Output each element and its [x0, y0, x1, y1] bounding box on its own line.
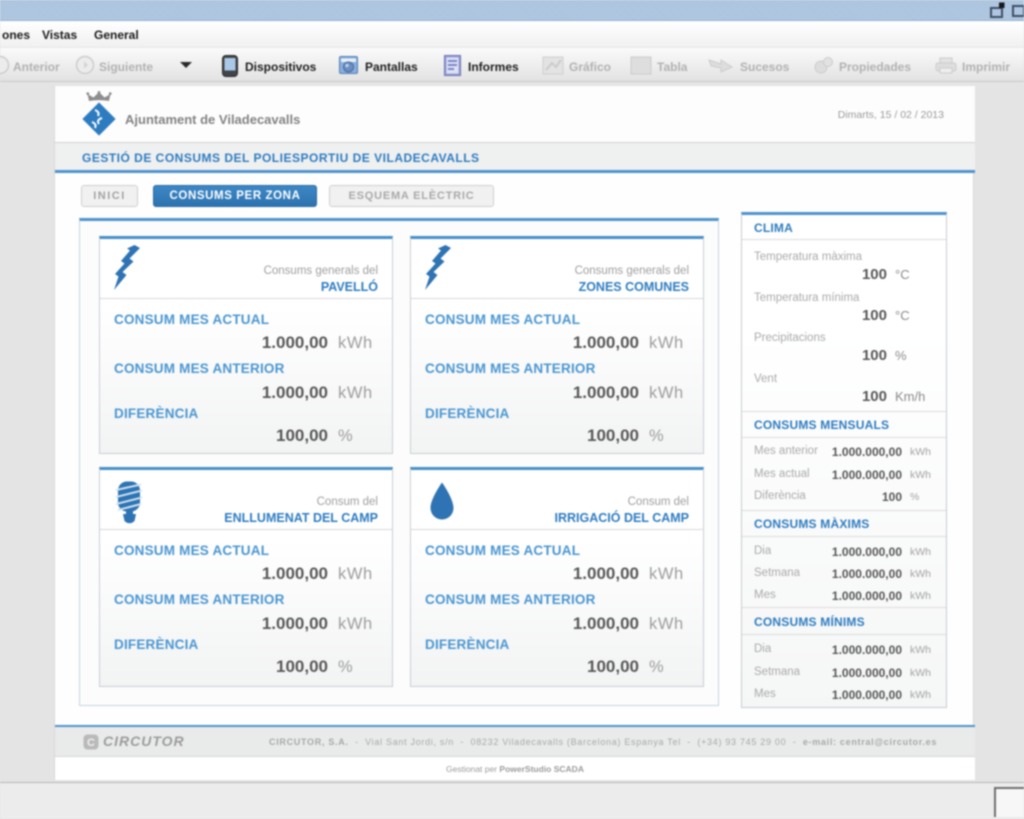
svg-text:C: C	[87, 737, 95, 749]
